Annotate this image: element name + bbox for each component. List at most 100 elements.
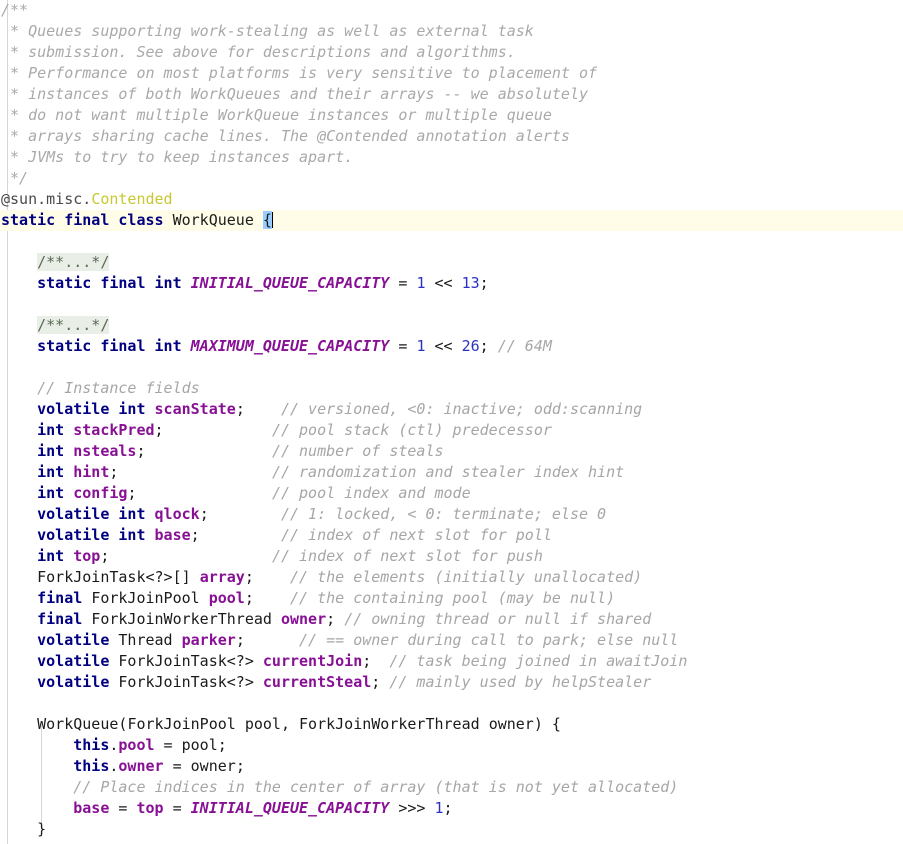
code-line[interactable]: // Instance fields xyxy=(0,378,903,399)
code-line[interactable]: * arrays sharing cache lines. The @Conte… xyxy=(0,126,903,147)
code-line[interactable]: base = top = INITIAL_QUEUE_CAPACITY >>> … xyxy=(0,798,903,819)
token-kw: volatile xyxy=(37,673,110,691)
token-field: qlock xyxy=(154,505,200,523)
code-line-blank[interactable] xyxy=(0,294,903,315)
code-line[interactable]: volatile int scanState; // versioned, <0… xyxy=(0,399,903,420)
token-op: ; xyxy=(479,337,489,355)
code-lines-container[interactable]: /** * Queues supporting work-stealing as… xyxy=(0,0,903,840)
token-kw: int xyxy=(37,442,65,460)
token-jdoc: * instances of both WorkQueues and their… xyxy=(1,85,588,103)
token-comment: // Instance fields xyxy=(37,379,200,397)
code-line[interactable]: * JVMs to try to keep instances apart. xyxy=(0,147,903,168)
code-line[interactable]: int top; // index of next slot for push xyxy=(0,546,903,567)
code-line-blank[interactable] xyxy=(0,357,903,378)
code-editor[interactable]: /** * Queues supporting work-stealing as… xyxy=(0,0,903,844)
token-kw: int xyxy=(37,547,65,565)
code-line[interactable]: final ForkJoinPool pool; // the containi… xyxy=(0,588,903,609)
token-type: ForkJoinPool xyxy=(91,589,200,607)
code-line[interactable]: * do not want multiple WorkQueue instanc… xyxy=(0,105,903,126)
token-kw: final xyxy=(37,589,83,607)
token-op: ; xyxy=(235,400,245,418)
code-line[interactable]: int nsteals; // number of steals xyxy=(0,441,903,462)
code-line[interactable]: * instances of both WorkQueues and their… xyxy=(0,84,903,105)
code-line[interactable]: } xyxy=(0,819,903,840)
code-line[interactable]: * Queues supporting work-stealing as wel… xyxy=(0,21,903,42)
code-line[interactable]: @sun.misc.Contended xyxy=(0,189,903,210)
token-field: array xyxy=(199,568,245,586)
code-line[interactable]: volatile ForkJoinTask<?> currentJoin; //… xyxy=(0,651,903,672)
code-line[interactable]: int config; // pool index and mode xyxy=(0,483,903,504)
token-op: } xyxy=(37,820,47,838)
code-line[interactable]: * submission. See above for descriptions… xyxy=(0,42,903,63)
code-line[interactable]: volatile int qlock; // 1: locked, < 0: t… xyxy=(0,504,903,525)
code-line[interactable]: volatile Thread parker; // == owner duri… xyxy=(0,630,903,651)
token-anno: @sun.misc. xyxy=(1,190,92,208)
token-op: = xyxy=(389,337,417,355)
token-field: config xyxy=(73,484,128,502)
token-comment: // the containing pool (may be null) xyxy=(290,589,616,607)
token-num: 13 xyxy=(461,274,480,292)
token-jdoc: /** xyxy=(1,1,29,19)
token-op: ) { xyxy=(533,715,561,733)
token-jdoc: * do not want multiple WorkQueue instanc… xyxy=(1,106,552,124)
token-jdoc: * submission. See above for descriptions… xyxy=(1,43,516,61)
token-op: = xyxy=(389,274,417,292)
code-line[interactable]: int stackPred; // pool stack (ctl) prede… xyxy=(0,420,903,441)
code-line[interactable]: * Performance on most platforms is very … xyxy=(0,63,903,84)
token-jdoc: * Performance on most platforms is very … xyxy=(1,64,598,82)
token-op: = xyxy=(109,799,137,817)
token-field: nsteals xyxy=(73,442,137,460)
token-comment: // index of next slot for push xyxy=(271,547,543,565)
code-line[interactable]: ForkJoinTask<?>[] array; // the elements… xyxy=(0,567,903,588)
token-field: parker xyxy=(181,631,236,649)
token-kw: final xyxy=(37,610,83,628)
token-op: ; xyxy=(326,610,336,628)
code-line-blank[interactable] xyxy=(0,693,903,714)
code-line[interactable]: // Place indices in the center of array … xyxy=(0,777,903,798)
token-op: ; xyxy=(371,673,381,691)
code-line[interactable]: WorkQueue(ForkJoinPool pool, ForkJoinWor… xyxy=(0,714,903,735)
code-line[interactable]: static final int INITIAL_QUEUE_CAPACITY … xyxy=(0,273,903,294)
code-line[interactable]: /**...*/ xyxy=(0,252,903,273)
token-op: >>> xyxy=(389,799,435,817)
code-line[interactable]: volatile ForkJoinTask<?> currentSteal; /… xyxy=(0,672,903,693)
code-line[interactable]: /** xyxy=(0,0,903,21)
code-line[interactable]: /**...*/ xyxy=(0,315,903,336)
code-line[interactable]: final ForkJoinWorkerThread owner; // own… xyxy=(0,609,903,630)
code-line[interactable]: this.pool = pool; xyxy=(0,735,903,756)
code-line[interactable]: static final class WorkQueue { xyxy=(0,210,903,231)
token-kw: volatile xyxy=(37,652,110,670)
code-line[interactable]: this.owner = owner; xyxy=(0,756,903,777)
code-line[interactable]: volatile int base; // index of next slot… xyxy=(0,525,903,546)
token-op: ; xyxy=(244,589,254,607)
code-line[interactable]: static final int MAXIMUM_QUEUE_CAPACITY … xyxy=(0,336,903,357)
token-field: top xyxy=(136,799,164,817)
token-plain: owner xyxy=(488,715,534,733)
token-field: currentJoin xyxy=(262,652,363,670)
token-constant: INITIAL_QUEUE_CAPACITY xyxy=(190,799,390,817)
code-line-blank[interactable] xyxy=(0,231,903,252)
code-line[interactable]: */ xyxy=(0,168,903,189)
token-kw: volatile int xyxy=(37,505,146,523)
code-line[interactable]: int hint; // randomization and stealer i… xyxy=(0,462,903,483)
token-op: ; xyxy=(190,526,200,544)
